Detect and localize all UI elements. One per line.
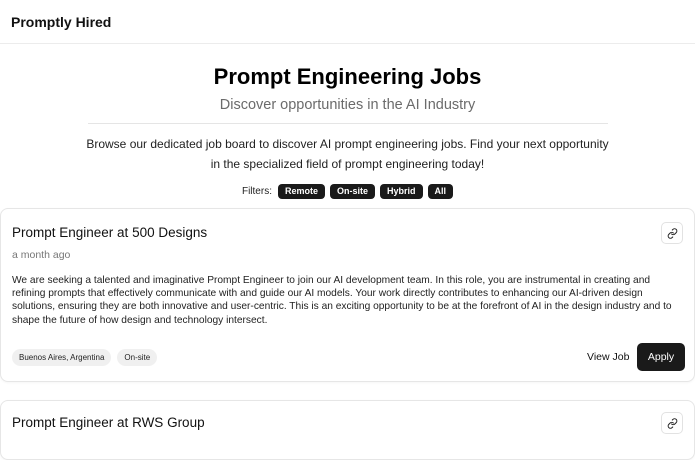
posted-time: a month ago [12, 249, 71, 261]
page-subtitle: Discover opportunities in the AI Industr… [219, 97, 476, 113]
job-tags: Buenos Aires, Argentina On-site [12, 349, 158, 366]
link-icon [667, 227, 677, 239]
hero-section: Prompt Engineering Jobs Discover opportu… [0, 64, 695, 199]
brand-logo-text[interactable]: Promptly Hired [11, 14, 111, 30]
filters-label: Filters: [241, 186, 272, 197]
top-navbar: Promptly Hired [0, 0, 695, 44]
page-description: Browse our dedicated job board to discov… [86, 137, 609, 171]
filter-bar: Filters: Remote On-site Hybrid All [0, 184, 695, 199]
page-title: Prompt Engineering Jobs [213, 64, 482, 89]
job-title: Prompt Engineer at RWS Group [12, 415, 205, 430]
job-card: Prompt Engineer at 500 Designs a month a… [0, 208, 695, 382]
copy-link-button[interactable] [661, 412, 683, 434]
filter-chip-hybrid[interactable]: Hybrid [380, 184, 423, 199]
filter-chip-all[interactable]: All [427, 184, 454, 199]
job-description: We are seeking a talented and imaginativ… [12, 275, 672, 326]
filter-chip-remote[interactable]: Remote [277, 184, 325, 199]
job-title: Prompt Engineer at 500 Designs [12, 225, 208, 240]
hero-divider [87, 123, 608, 124]
apply-button[interactable]: Apply [637, 343, 685, 371]
filter-chip-on-site[interactable]: On-site [329, 184, 375, 199]
work-type-tag: On-site [117, 349, 158, 366]
location-tag: Buenos Aires, Argentina [12, 349, 112, 366]
view-job-link[interactable]: View Job [587, 351, 629, 363]
job-card: Prompt Engineer at RWS Group [0, 400, 695, 460]
copy-link-button[interactable] [661, 222, 683, 244]
